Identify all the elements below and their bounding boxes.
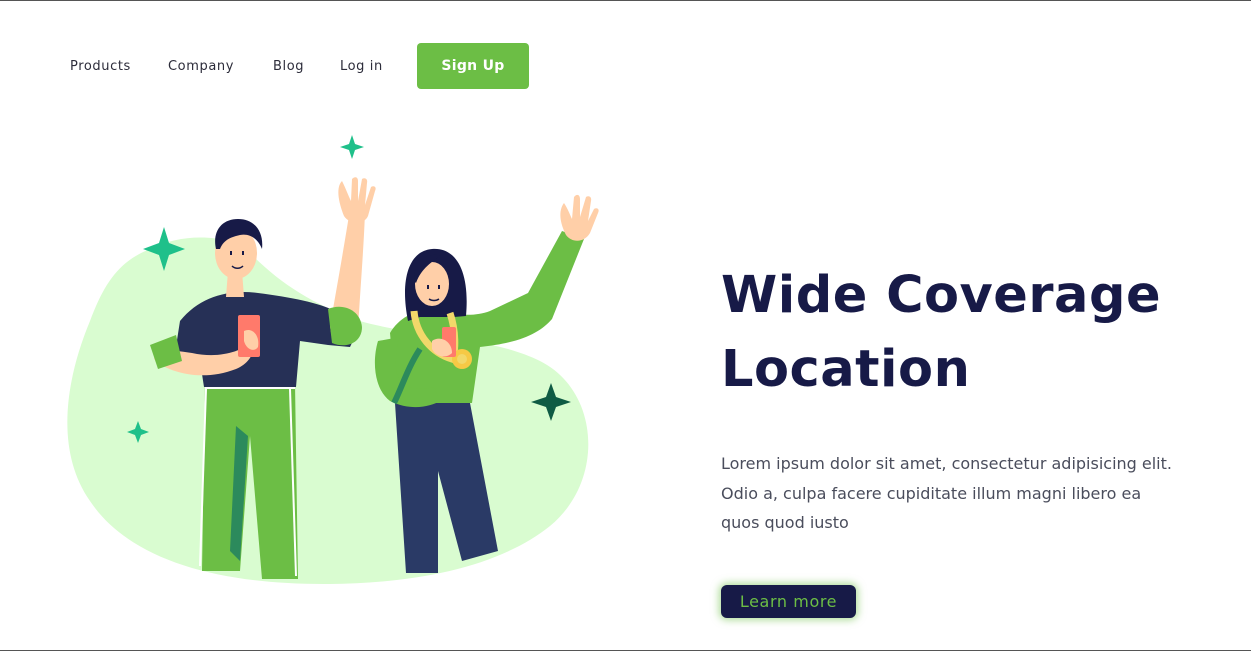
hero-illustration [67, 135, 599, 585]
background-blob [67, 237, 589, 585]
sparkle-icon [340, 135, 364, 159]
hero-title-line1: Wide Coverage [721, 266, 1162, 325]
learn-more-button[interactable]: Learn more [721, 585, 856, 618]
nav-products-link[interactable]: Products [70, 43, 131, 91]
hero-title-line2: Location [721, 340, 971, 399]
nav-company-link[interactable]: Company [168, 43, 234, 91]
hero-title: Wide Coverage Location [721, 259, 1221, 407]
hero-description: Lorem ipsum dolor sit amet, consectetur … [721, 454, 1172, 532]
nav-blog-link[interactable]: Blog [273, 43, 304, 91]
nav-login-link[interactable]: Log in [340, 43, 383, 91]
page: Products Company Blog Log in Sign Up Wid… [0, 0, 1251, 651]
signup-button[interactable]: Sign Up [417, 43, 529, 89]
